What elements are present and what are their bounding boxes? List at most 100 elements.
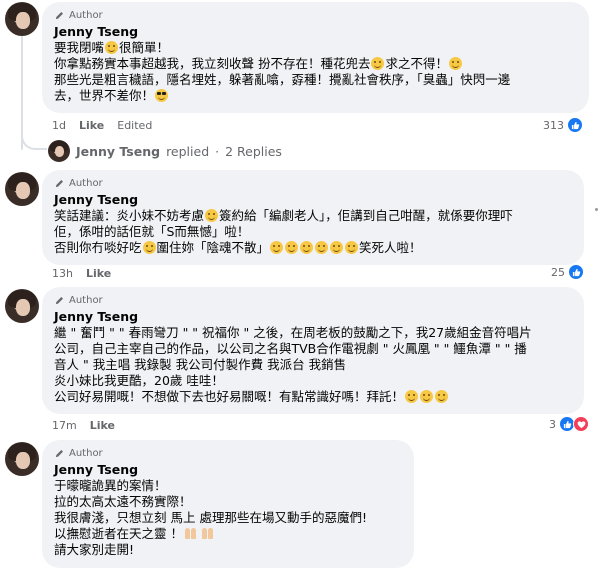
comment-text-segment: 繼 " 奮鬥 " " 春雨彎刀 " " 祝福你 " 之後，在周老板的鼓勵之下，我… (54, 325, 532, 340)
comment-text-segment: 請大家別走開! (54, 542, 135, 557)
comment-text-segment: 公司，自己主宰自己的作品，以公司之名與TVB合作電視劇 " 火鳳凰 " " 鱷魚… (54, 341, 527, 356)
author-badge: Author (54, 177, 572, 190)
reply-action: replied (166, 143, 210, 159)
laugh-emoji-icon (285, 241, 299, 254)
avatar[interactable] (5, 2, 39, 36)
thread-connector (21, 130, 47, 150)
comment-line: 于曚曨詭異的案情！ (54, 478, 402, 494)
edited-label[interactable]: Edited (117, 119, 152, 132)
comment-text-segment: 要我閉嘴 (54, 40, 105, 55)
comment-actions: 17m Like (52, 418, 115, 432)
comment-text-segment: 我很膚淺，只想立刻 馬上 處理那些在場又動手的惡魔們! (54, 510, 367, 525)
comment-text-segment: 拉的太高太遠不務實際！ (54, 494, 192, 509)
reply-count: 2 Replies (225, 143, 282, 159)
author-badge: Author (54, 9, 577, 22)
avatar[interactable] (5, 442, 39, 476)
scroll-indicator (595, 208, 598, 211)
comment-line: 要我閉嘴 很簡單！ (54, 40, 577, 56)
comment-actions: 13h Like (52, 266, 111, 280)
comment-time[interactable]: 13h (52, 267, 73, 280)
comment-text-segment: 炎小妹比我更酷，20歲 哇哇！ (54, 373, 224, 388)
laugh-emoji-icon (345, 241, 359, 254)
like-button[interactable]: Like (86, 267, 111, 280)
comment-bubble: Author Jenny Tseng 繼 " 奮鬥 " " 春雨彎刀 " " 祝… (42, 287, 584, 414)
reaction-number: 313 (543, 118, 564, 132)
comment-text: 繼 " 奮鬥 " " 春雨彎刀 " " 祝福你 " 之後，在周老板的鼓勵之下，我… (54, 325, 572, 405)
comment-line: 否則你冇啖好吃 圍住妳「陰魂不散」 笑死人啦！ (54, 240, 572, 256)
smile-emoji-icon (435, 390, 449, 403)
comment-line: 笑話建議：炎小妹不妨考慮 簽約給「編劇老人」，佢講到自己咁醒，就係要你理吓 (54, 208, 572, 224)
laugh-emoji-icon (371, 57, 385, 70)
pray-emoji-icon (184, 527, 199, 540)
comment-line: 去，世界不差你！ (54, 88, 577, 104)
comment-text-segment: 那些光是粗言穢語，隱名埋姓，躲著亂噏，孬種！攪亂社會秩序，「臭蟲」快閃一邊 (54, 72, 511, 87)
avatar[interactable] (5, 289, 39, 323)
like-button[interactable]: Like (90, 419, 115, 432)
comment-text: 于曚曨詭異的案情！ 拉的太高太遠不務實際！ 我很膚淺，只想立刻 馬上 處理那些在場又… (54, 478, 402, 558)
smile-emoji-icon (405, 390, 419, 403)
laugh-emoji-icon (315, 241, 329, 254)
reaction-number: 3 (549, 417, 556, 431)
comment-text-segment: 公司好易開嘅！不想做下去也好易關嘅！有點常識好嗎！拜託！ (54, 389, 405, 404)
smile-emoji-icon (420, 390, 434, 403)
commenter-name[interactable]: Jenny Tseng (54, 308, 572, 325)
replies-toggle[interactable]: Jenny Tseng replied · 2 Replies (48, 140, 282, 162)
comment-line: 你拿點務實本事超越我，我立刻收聲 扮不存在！種花兜去 求之不得！ (54, 56, 577, 72)
pencil-icon (55, 450, 63, 458)
comment-line: 以撫慰逝者在天之靈 ！ (54, 526, 402, 542)
avatar[interactable] (5, 172, 39, 206)
comment-line: 音人 " 我主唱 我錄製 我公司付製作費 我派台 我銷售 (54, 357, 572, 373)
comment-line: 請大家別走開! (54, 542, 402, 558)
commenter-name[interactable]: Jenny Tseng (54, 23, 577, 40)
comment-text-segment: 佢，係咁的話佢就「S而無憾」啦！ (54, 224, 250, 239)
comment-line: 佢，係咁的話佢就「S而無憾」啦！ (54, 224, 572, 240)
commenter-name[interactable]: Jenny Tseng (54, 191, 572, 208)
reply-separator: · (215, 143, 220, 159)
comment-text-segment: 簽約給「編劇老人」，佢講到自己咁醒，就係要你理吓 (219, 208, 513, 223)
laugh-emoji-icon (449, 57, 462, 70)
comment-text-segment: 去，世界不差你！ (54, 88, 155, 103)
like-reaction-icon (568, 264, 584, 280)
comment-line: 拉的太高太遠不務實際！ (54, 494, 402, 510)
comment-text-segment: 笑話建議：炎小妹不妨考慮 (54, 208, 205, 223)
comment-text-segment: 否則你冇啖好吃 (54, 240, 142, 255)
like-button[interactable]: Like (79, 119, 104, 132)
comment-line: 炎小妹比我更酷，20歲 哇哇！ (54, 373, 572, 389)
pray-emoji-icon (201, 527, 216, 540)
comment-text-segment: 音人 " 我主唱 我錄製 我公司付製作費 我派台 我銷售 (54, 357, 347, 372)
comment-time[interactable]: 1d (52, 119, 66, 132)
reaction-count[interactable]: 3 (549, 416, 589, 432)
comment-bubble: Author Jenny Tseng 要我閉嘴 很簡單！ 你拿點務實本事超越我，我立… (42, 2, 589, 113)
author-badge-label: Author (69, 448, 103, 459)
reply-avatar (48, 140, 70, 162)
comment-text-segment: 你拿點務實本事超越我，我立刻收聲 扮不存在！種花兜去 (54, 56, 371, 71)
like-reaction-icon (567, 117, 583, 133)
comment-text-segment: 很簡單！ (119, 40, 170, 55)
pencil-icon (55, 12, 63, 20)
think-emoji-icon (205, 209, 219, 222)
comment-text-segment: 求之不得！ (385, 56, 448, 71)
yum-emoji-icon (142, 241, 156, 254)
love-reaction-icon (573, 416, 589, 432)
reaction-count[interactable]: 25 (551, 264, 584, 280)
pencil-icon (55, 180, 63, 188)
comment-line: 我很膚淺，只想立刻 馬上 處理那些在場又動手的惡魔們! (54, 510, 402, 526)
commenter-name[interactable]: Jenny Tseng (54, 461, 402, 478)
comment-text-segment: 于曚曨詭異的案情！ (54, 478, 167, 493)
reaction-number: 25 (551, 265, 565, 279)
author-badge: Author (54, 447, 402, 460)
laugh-emoji-icon (270, 241, 284, 254)
author-badge-label: Author (69, 295, 103, 306)
comment-time[interactable]: 17m (52, 419, 77, 432)
reply-author: Jenny Tseng (76, 143, 161, 159)
reaction-count[interactable]: 313 (543, 117, 583, 133)
comment-text: 笑話建議：炎小妹不妨考慮 簽約給「編劇老人」，佢講到自己咁醒，就係要你理吓 佢，係咁… (54, 208, 572, 256)
author-badge-label: Author (69, 10, 103, 21)
comment-text-segment: 以撫慰逝者在天之靈 ！ (54, 526, 183, 541)
grin-emoji-icon (105, 41, 119, 54)
comment-text: 要我閉嘴 很簡單！ 你拿點務實本事超越我，我立刻收聲 扮不存在！種花兜去 求之不得！那… (54, 40, 577, 104)
comment-bubble: Author Jenny Tseng 于曚曨詭異的案情！ 拉的太高太遠不務實際！我… (42, 440, 414, 568)
author-badge: Author (54, 294, 572, 307)
laugh-emoji-icon (300, 241, 314, 254)
comment-line: 繼 " 奮鬥 " " 春雨彎刀 " " 祝福你 " 之後，在周老板的鼓勵之下，我… (54, 325, 572, 341)
